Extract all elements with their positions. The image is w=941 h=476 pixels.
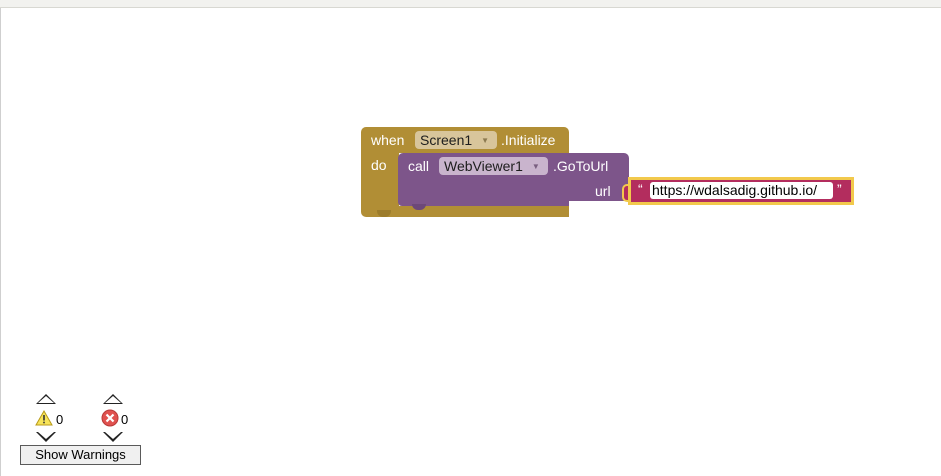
url-text-field[interactable]: https://wdalsadig.github.io/	[650, 182, 833, 199]
previous-error-arrow-icon[interactable]	[103, 394, 123, 404]
close-quote-label: ”	[837, 181, 842, 197]
screen-component-label: Screen1	[420, 132, 473, 148]
warning-count: 0	[56, 412, 64, 427]
show-warnings-button[interactable]: Show Warnings	[20, 445, 141, 465]
warning-icon	[35, 409, 53, 431]
top-toolbar-strip	[0, 0, 941, 8]
dropdown-arrow-icon: ▼	[531, 161, 540, 171]
method-name-label: .GoToUrl	[553, 158, 609, 174]
open-quote-label: “	[638, 181, 643, 197]
webviewer-component-label: WebViewer1	[444, 158, 523, 174]
call-label: call	[408, 158, 430, 174]
next-warning-arrow-icon[interactable]	[36, 432, 56, 442]
event-name-label: .Initialize	[501, 132, 556, 148]
event-block-footer[interactable]	[361, 206, 569, 217]
previous-warning-arrow-icon[interactable]	[36, 394, 56, 404]
error-icon	[101, 409, 119, 432]
do-label: do	[371, 157, 387, 173]
webviewer-component-dropdown[interactable]: WebViewer1 ▼	[439, 157, 548, 175]
screen-component-dropdown[interactable]: Screen1 ▼	[415, 131, 497, 149]
dropdown-arrow-icon: ▼	[481, 135, 490, 145]
next-error-arrow-icon[interactable]	[103, 432, 123, 442]
when-label: when	[371, 132, 405, 148]
url-argument-label: url	[595, 183, 611, 199]
blocks-workspace[interactable]	[0, 8, 941, 476]
error-count: 0	[121, 412, 129, 427]
